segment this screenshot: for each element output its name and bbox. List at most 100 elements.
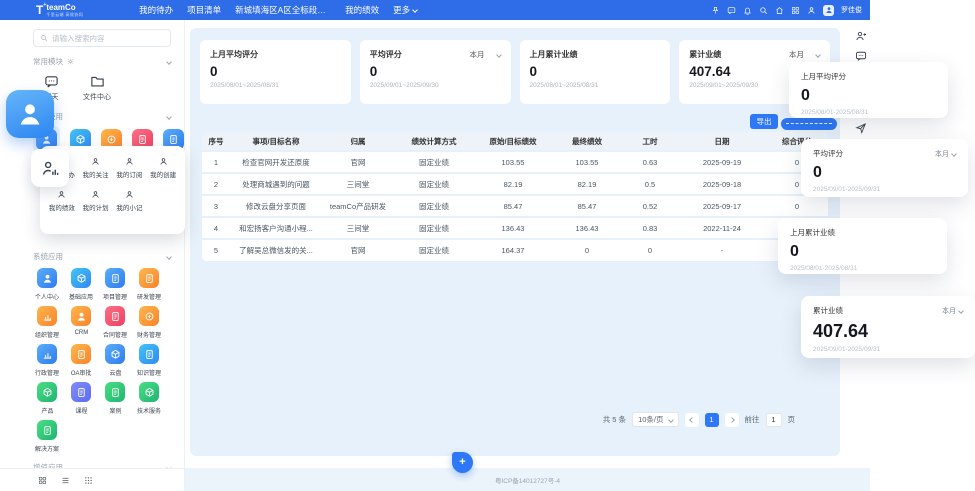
menu-project-name[interactable]: 新城填海区A区全标段共同管道建造工... — [235, 4, 331, 16]
goto-page-input[interactable] — [766, 413, 782, 427]
message-icon[interactable] — [727, 6, 736, 15]
menu-more[interactable]: 更多 — [393, 4, 417, 16]
popup-my-follow[interactable]: 我的关注 — [79, 157, 113, 179]
app-crm[interactable]: CRM — [64, 306, 98, 339]
app-contract-mgmt[interactable]: 合同管理 — [98, 306, 132, 339]
section-common-modules[interactable]: 常用模块 — [33, 56, 171, 67]
person-icon — [125, 190, 134, 199]
table-row[interactable]: 2处理商城遇到的问题三间堂固定业绩82.1982.190.52025-09-18… — [202, 173, 828, 195]
app-case[interactable]: 案例 — [98, 382, 132, 415]
table-row[interactable]: 4和宏扬客户沟通小程...三间堂固定业绩136.43136.430.832022… — [202, 217, 828, 239]
search-icon[interactable] — [759, 6, 768, 15]
next-page-button[interactable] — [725, 413, 739, 427]
app-solution[interactable]: 解决方案 — [30, 420, 64, 453]
col-date: 日期 — [678, 132, 766, 151]
chevron-down-icon[interactable] — [496, 52, 502, 58]
user-avatar[interactable] — [823, 5, 834, 16]
page-1-button[interactable]: 1 — [705, 413, 719, 427]
period-select[interactable]: 本月 — [789, 49, 804, 60]
app-oa-approval[interactable]: OA审批 — [64, 344, 98, 377]
floating-avatar-widget[interactable] — [6, 90, 54, 138]
person-icon — [76, 311, 87, 322]
search-icon — [40, 34, 48, 42]
stat-card-last-month-avg-score: 上月平均评分 0 2025/08/01~2025/08/31 — [200, 40, 351, 104]
prev-page-button[interactable] — [685, 413, 699, 427]
message-icon[interactable] — [855, 50, 867, 62]
performance-panel: 上月平均评分 0 2025/08/01~2025/08/31 平均评分本月 0 … — [190, 28, 840, 456]
menu-my-performance[interactable]: 我的绩效 — [345, 4, 379, 16]
chevron-collapse-icon[interactable] — [166, 254, 172, 260]
stat-date-range: 2025/09/01-2025/09/31 — [813, 186, 956, 193]
apps-grid-icon[interactable] — [791, 6, 800, 15]
user-name[interactable]: 罗佳俊 — [841, 5, 862, 15]
app-rd-mgmt[interactable]: 研发管理 — [132, 268, 166, 301]
home-icon[interactable] — [775, 6, 784, 15]
app-admin-mgmt[interactable]: 行政管理 — [30, 344, 64, 377]
app-tech-service[interactable]: 技术服务 — [132, 382, 166, 415]
stat-value: 0 — [530, 64, 661, 79]
app-knowledge-mgmt[interactable]: 知识管理 — [132, 344, 166, 377]
stat-card-last-month-total: 上月累计业绩 0 2025/08/01~2025/08/31 — [520, 40, 671, 104]
chevron-collapse-icon[interactable] — [166, 59, 172, 65]
app-product[interactable]: 产品 — [30, 382, 64, 415]
table-row[interactable]: 1检查官网开发还原度官网固定业绩103.55103.550.632025-09-… — [202, 151, 828, 173]
popup-my-plan[interactable]: 我的计划 — [79, 190, 113, 212]
table-row[interactable]: 5了解吴总微信发的关...官网固定业绩164.3700-0 — [202, 239, 828, 261]
share-icon[interactable] — [855, 122, 867, 134]
drag-placeholder-button[interactable] — [781, 118, 837, 130]
page-size-select[interactable]: 10条/页 — [632, 412, 678, 427]
stat-card-avg-score: 平均评分本月 0 2025/09/01~2025/09/30 — [360, 40, 511, 104]
period-select[interactable]: 本月 — [935, 149, 956, 159]
period-select[interactable]: 本月 — [470, 49, 485, 60]
bell-icon[interactable] — [743, 6, 752, 15]
person-add-icon[interactable] — [855, 30, 867, 42]
popup-my-created[interactable]: 我的创建 — [146, 157, 180, 179]
app-basic-apps[interactable]: 基础应用 — [64, 268, 98, 301]
chevron-collapse-icon[interactable] — [166, 114, 172, 120]
doc-icon — [42, 425, 53, 436]
floating-performance-widget[interactable] — [31, 149, 69, 187]
search-input[interactable] — [52, 34, 164, 43]
person-icon — [42, 273, 53, 284]
doc-icon — [110, 311, 121, 322]
add-fab-button[interactable]: + — [452, 452, 473, 473]
contacts-icon[interactable] — [807, 6, 816, 15]
gear-icon[interactable] — [67, 58, 74, 65]
top-menu: 我的待办 项目清单 新城填海区A区全标段共同管道建造工... 我的绩效 更多 — [139, 4, 417, 16]
float-card-last-month-total[interactable]: 上月累计业绩 0 2025/08/01-2025/08/31 — [778, 218, 947, 274]
export-button[interactable]: 导出 — [750, 114, 778, 129]
app-personal-center[interactable]: 个人中心 — [30, 268, 64, 301]
period-select[interactable]: 本月 — [942, 306, 963, 316]
doc-icon — [144, 349, 155, 360]
pin-icon[interactable] — [711, 6, 720, 15]
stat-date-range: 2025/08/01-2025/08/31 — [801, 109, 936, 116]
chevron-down-icon — [412, 7, 418, 13]
table-header: 序号 事项/目标名称 归属 绩效计算方式 原始/目标绩效 最终绩效 工时 日期 … — [202, 132, 828, 151]
app-org-mgmt[interactable]: 组织管理 — [30, 306, 64, 339]
popup-my-notes[interactable]: 我的小记 — [113, 190, 147, 212]
main-area: 上月平均评分 0 2025/08/01~2025/08/31 平均评分本月 0 … — [185, 20, 870, 491]
popup-my-performance[interactable]: 我的绩效 — [45, 190, 79, 212]
module-file-center[interactable]: 文件中心 — [83, 74, 111, 102]
app-logo[interactable]: T+ teamCo 千里云端 高效协同 — [36, 4, 83, 17]
cube-icon — [75, 134, 86, 145]
app-project-mgmt[interactable]: 项目管理 — [98, 268, 132, 301]
dots-grid-view-icon[interactable] — [84, 476, 93, 485]
app-course[interactable]: 课程 — [64, 382, 98, 415]
sidebar-search[interactable] — [33, 29, 171, 47]
table-row[interactable]: 3修改云盘分享页面teamCo产品研发固定业绩85.4785.470.52202… — [202, 195, 828, 217]
float-card-total-performance[interactable]: 累计业绩本月 407.64 2025/09/01-2025/09/31 — [801, 296, 975, 358]
chevron-down-icon[interactable] — [815, 52, 821, 58]
stat-date-range: 2025/08/01-2025/08/31 — [790, 265, 935, 272]
menu-my-todo[interactable]: 我的待办 — [139, 4, 173, 16]
float-card-avg-score[interactable]: 平均评分本月 0 2025/09/01-2025/09/31 — [801, 139, 968, 197]
app-finance-mgmt[interactable]: 财务管理 — [132, 306, 166, 339]
section-system-apps[interactable]: 系统应用 — [33, 251, 171, 262]
float-card-last-month-avg-score[interactable]: 上月平均评分 0 2025/08/01-2025/08/31 — [789, 62, 948, 118]
menu-project-list[interactable]: 项目清单 — [187, 4, 221, 16]
person-chart-icon — [41, 159, 60, 178]
app-cloud-drive[interactable]: 云盘 — [98, 344, 132, 377]
popup-my-subscribe[interactable]: 我的订阅 — [113, 157, 147, 179]
grid-view-icon[interactable] — [38, 476, 47, 485]
list-view-icon[interactable] — [61, 476, 70, 485]
